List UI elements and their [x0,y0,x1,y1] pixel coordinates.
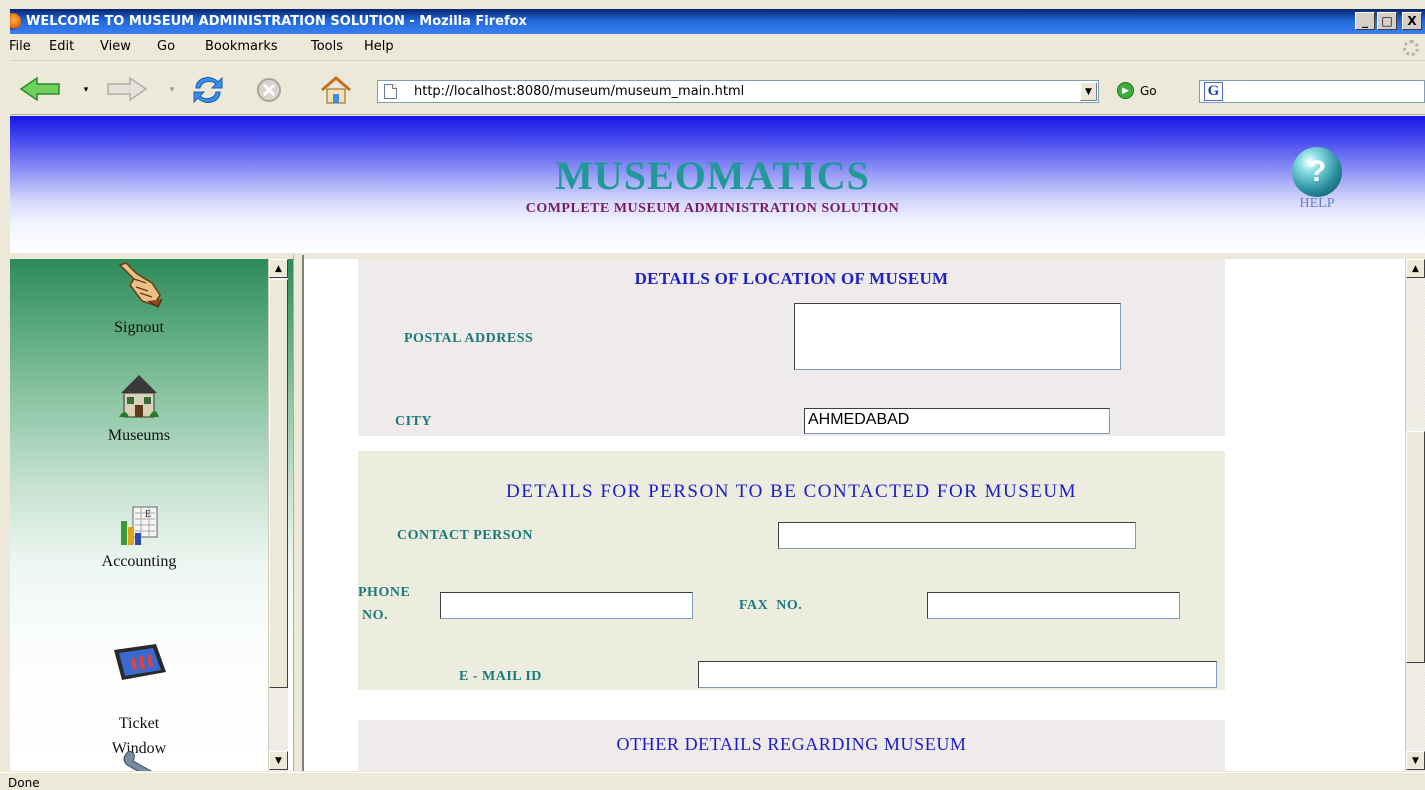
pointing-hand-icon [118,262,163,308]
status-bar: Done [0,772,1425,790]
help-link[interactable]: ? HELP [1281,147,1353,212]
contact-heading: DETAILS FOR PERSON TO BE CONTACTED FOR M… [505,481,1077,502]
left-nav-frame: Signout Museums E Accounting Ticket Wind… [10,259,293,771]
contact-person-input[interactable] [778,522,1136,549]
back-dropdown-icon[interactable]: ▾ [80,84,92,96]
reload-button[interactable] [187,73,229,107]
throbber-icon [1403,40,1419,56]
main-scroll-thumb[interactable] [1406,431,1425,663]
accounting-chart-icon: E [121,506,158,545]
left-scroll-up-icon[interactable]: ▲ [269,259,288,278]
other-details-heading: OTHER DETAILS REGARDING MUSEUM [616,734,967,754]
header-banner: MUSEOMATICS COMPLETE MUSEUM ADMINISTRATI… [0,116,1425,253]
city-input[interactable]: AHMEDABAD [804,408,1110,434]
home-icon [321,76,351,104]
forward-button[interactable] [105,75,149,103]
phone-label-line2: NO. [362,608,388,623]
go-button[interactable]: ▶ Go [1117,82,1157,99]
fax-label: FAX NO. [739,598,803,613]
main-scroll-down-icon[interactable]: ▼ [1406,751,1425,770]
window-title: WELCOME TO MUSEUM ADMINISTRATION SOLUTIO… [26,14,527,29]
frame-divider[interactable] [293,255,304,771]
menu-edit[interactable]: Edit [49,39,74,54]
nav-ticket-window[interactable]: Ticket Window [10,617,268,761]
reload-icon [193,76,223,104]
menu-help[interactable]: Help [364,39,394,54]
search-box[interactable]: G [1199,80,1425,103]
email-input[interactable] [698,661,1217,688]
menu-view[interactable]: View [100,39,131,54]
stop-icon [257,78,281,102]
browser-window: WELCOME TO MUSEUM ADMINISTRATION SOLUTIO… [0,0,1425,790]
nav-signout[interactable]: Signout [10,261,268,337]
menu-go[interactable]: Go [157,39,175,54]
left-scroll-thumb[interactable] [269,279,288,688]
address-bar[interactable]: http://localhost:8080/museum/museum_main… [377,80,1099,103]
window-controls: _ □ X [1355,12,1422,30]
other-details-section: OTHER DETAILS REGARDING MUSEUM [358,720,1225,771]
nav-museums[interactable]: Museums [10,371,268,445]
title-bar: WELCOME TO MUSEUM ADMINISTRATION SOLUTIO… [0,9,1425,34]
minimize-button[interactable]: _ [1355,12,1375,30]
fax-input[interactable] [927,592,1180,619]
brand-title: MUSEOMATICS [555,153,870,198]
left-scrollbar[interactable]: ▲ ▼ [268,259,288,771]
nav-museums-label: Museums [107,427,171,444]
contact-person-label: CONTACT PERSON [397,528,534,543]
forward-arrow-icon [107,76,148,102]
home-button[interactable] [318,74,354,106]
close-button[interactable]: X [1402,12,1422,30]
location-section: DETAILS OF LOCATION OF MUSEUM POSTAL ADD… [358,259,1225,436]
brand: MUSEOMATICS COMPLETE MUSEUM ADMINISTRATI… [0,152,1425,217]
menu-file[interactable]: File [9,39,31,54]
status-text: Done [8,776,40,790]
url-history-dropdown[interactable]: ▼ [1080,82,1097,101]
phone-input[interactable] [440,592,693,619]
postal-address-label: POSTAL ADDRESS [404,331,534,346]
house-icon [119,375,159,418]
url-text[interactable]: http://localhost:8080/museum/museum_main… [414,84,744,99]
navigation-toolbar: ▾ ▾ http://localhost:8080/museum/museum_… [0,62,1425,115]
menu-bookmarks[interactable]: Bookmarks [205,39,278,54]
phone-label-line1: PHONE [358,585,411,600]
page-icon [384,84,397,99]
go-arrow-icon: ▶ [1117,82,1134,99]
ticket-window-icon [114,644,166,680]
svg-text:E: E [145,509,151,520]
main-content-frame: DETAILS OF LOCATION OF MUSEUM POSTAL ADD… [304,259,1405,771]
back-arrow-icon [19,76,60,102]
nav-accounting-label: Accounting [101,553,177,570]
brand-subtitle: COMPLETE MUSEUM ADMINISTRATION SOLUTION [525,201,900,216]
stop-button[interactable] [255,76,283,104]
nav-signout-label: Signout [114,319,164,336]
location-heading: DETAILS OF LOCATION OF MUSEUM [634,269,949,288]
menu-tools[interactable]: Tools [311,39,343,54]
email-label: E - MAIL ID [459,669,542,684]
contact-section: DETAILS FOR PERSON TO BE CONTACTED FOR M… [358,451,1225,690]
menu-bar: File Edit View Go Bookmarks Tools Help [0,34,1425,61]
go-label: Go [1140,83,1157,98]
nav-tools[interactable] [10,749,268,771]
back-button[interactable] [18,75,62,103]
forward-dropdown-icon[interactable]: ▾ [166,84,178,96]
main-scroll-up-icon[interactable]: ▲ [1406,259,1425,278]
google-search-icon[interactable]: G [1204,82,1223,101]
help-question-icon: ? [1292,147,1342,197]
postal-address-input[interactable] [794,303,1121,370]
nav-accounting[interactable]: E Accounting [10,505,268,571]
maximize-button[interactable]: □ [1377,12,1397,30]
wrench-icon [123,750,152,771]
city-label: CITY [395,414,433,429]
left-scroll-down-icon[interactable]: ▼ [269,751,288,770]
main-scrollbar[interactable]: ▲ ▼ [1405,259,1425,771]
